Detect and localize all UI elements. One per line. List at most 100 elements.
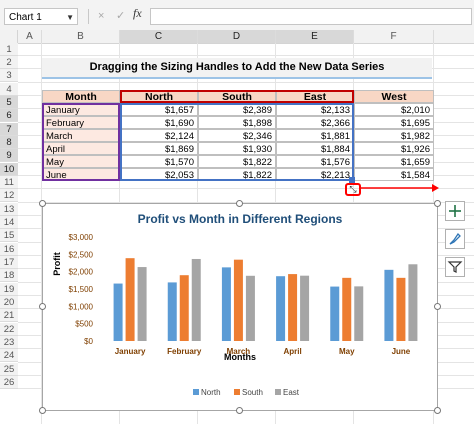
column-header-c[interactable]: C: [120, 30, 198, 43]
bar-east-june[interactable]: [408, 264, 418, 341]
row-header[interactable]: 4: [0, 83, 18, 96]
legend-swatch: [275, 389, 281, 395]
bar-north-march[interactable]: [221, 267, 231, 341]
bar-north-april[interactable]: [276, 276, 286, 341]
category-range-outline: [42, 103, 120, 181]
x-tick-label: May: [339, 347, 355, 356]
column-header-d[interactable]: D: [198, 30, 276, 43]
bar-east-april[interactable]: [300, 275, 310, 341]
row-header[interactable]: 20: [0, 296, 18, 309]
insert-function-icon[interactable]: fx: [133, 6, 142, 21]
header-west[interactable]: West: [354, 90, 434, 103]
chart-styles-button[interactable]: [445, 229, 465, 249]
row-header[interactable]: 26: [0, 376, 18, 389]
chevron-down-icon[interactable]: ▼: [66, 9, 74, 26]
chart-resize-handle[interactable]: [236, 200, 243, 207]
y-tick-label: $500: [75, 320, 93, 329]
y-tick-label: $2,000: [69, 268, 94, 277]
row-header[interactable]: 14: [0, 216, 18, 229]
chart-resize-handle[interactable]: [434, 200, 441, 207]
bar-south-april[interactable]: [288, 274, 298, 341]
bar-east-march[interactable]: [245, 275, 255, 341]
y-tick-label: $0: [84, 337, 93, 346]
grid-line: [18, 55, 474, 56]
chart-resize-handle[interactable]: [236, 407, 243, 414]
bar-north-may[interactable]: [330, 286, 340, 341]
row-header[interactable]: 25: [0, 363, 18, 376]
column-header-e[interactable]: E: [276, 30, 354, 43]
sheet-title: Dragging the Sizing Handles to Add the N…: [42, 58, 432, 79]
bar-north-january[interactable]: [113, 283, 123, 341]
row-header[interactable]: 15: [0, 229, 18, 242]
table-cell[interactable]: $2,010: [354, 103, 434, 116]
bar-east-january[interactable]: [137, 267, 147, 341]
y-tick-label: $2,500: [69, 250, 94, 259]
table-cell[interactable]: $1,695: [354, 116, 434, 129]
chart-resize-handle[interactable]: [434, 407, 441, 414]
chart-legend[interactable]: North South East: [193, 388, 300, 397]
bar-south-may[interactable]: [342, 277, 352, 341]
bar-east-may[interactable]: [354, 286, 364, 341]
row-header[interactable]: 23: [0, 336, 18, 349]
row-header[interactable]: 7: [0, 123, 18, 136]
row-header[interactable]: 22: [0, 323, 18, 336]
select-all-corner[interactable]: [0, 30, 18, 43]
bar-east-february[interactable]: [191, 258, 201, 341]
table-cell[interactable]: $1,659: [354, 155, 434, 168]
column-header-b[interactable]: B: [42, 30, 120, 43]
row-header[interactable]: 10: [0, 163, 18, 176]
row-header[interactable]: 1: [0, 43, 18, 56]
chart-area[interactable]: Profit vs Month in Different Regions Pro…: [42, 203, 438, 411]
bar-north-february[interactable]: [167, 282, 177, 341]
legend-label: East: [283, 388, 300, 397]
filter-icon: [447, 261, 463, 273]
table-cell[interactable]: $1,926: [354, 142, 434, 155]
table-cell[interactable]: $1,584: [354, 168, 434, 181]
cancel-icon[interactable]: ×: [98, 7, 104, 25]
enter-icon[interactable]: ✓: [116, 7, 125, 25]
row-header[interactable]: 18: [0, 269, 18, 282]
x-tick-label: February: [167, 347, 202, 356]
drag-direction-arrow-icon: [360, 184, 439, 192]
bar-south-january[interactable]: [125, 258, 135, 341]
chart-svg: Profit vs Month in Different Regions Pro…: [52, 212, 418, 397]
x-tick-label: March: [227, 347, 251, 356]
row-header[interactable]: 13: [0, 203, 18, 216]
bar-south-june[interactable]: [396, 277, 406, 341]
chart-filters-button[interactable]: [445, 257, 465, 277]
chart-title[interactable]: Profit vs Month in Different Regions: [138, 212, 343, 226]
bar-north-june[interactable]: [384, 269, 394, 341]
row-header[interactable]: 12: [0, 189, 18, 202]
chart-resize-handle[interactable]: [39, 303, 46, 310]
row-header[interactable]: 2: [0, 56, 18, 69]
row-header[interactable]: 9: [0, 149, 18, 162]
name-box[interactable]: Chart 1 ▼: [4, 8, 78, 25]
formula-input[interactable]: [150, 8, 472, 25]
column-header-a[interactable]: A: [18, 30, 42, 43]
grid-line: [18, 82, 474, 83]
table-cell[interactable]: $1,982: [354, 129, 434, 142]
x-tick-label: January: [115, 347, 146, 356]
row-header[interactable]: 24: [0, 349, 18, 362]
row-header[interactable]: 21: [0, 309, 18, 322]
chart-resize-handle[interactable]: [39, 407, 46, 414]
chart-elements-button[interactable]: [445, 201, 465, 221]
row-header[interactable]: 6: [0, 109, 18, 122]
column-header-f[interactable]: F: [354, 30, 434, 43]
row-header[interactable]: 11: [0, 176, 18, 189]
values-range-outline: [120, 103, 354, 181]
row-header[interactable]: 8: [0, 136, 18, 149]
row-header[interactable]: 3: [0, 69, 18, 82]
y-axis-label[interactable]: Profit: [52, 252, 62, 276]
y-tick-label: $3,000: [69, 233, 94, 242]
row-header[interactable]: 17: [0, 256, 18, 269]
bar-south-march[interactable]: [233, 259, 243, 341]
row-header[interactable]: 16: [0, 243, 18, 256]
x-tick-label: April: [283, 347, 301, 356]
bar-south-february[interactable]: [179, 275, 189, 341]
header-month[interactable]: Month: [42, 90, 120, 103]
row-header[interactable]: 5: [0, 96, 18, 109]
chart-resize-handle[interactable]: [434, 303, 441, 310]
chart-resize-handle[interactable]: [39, 200, 46, 207]
row-header[interactable]: 19: [0, 283, 18, 296]
